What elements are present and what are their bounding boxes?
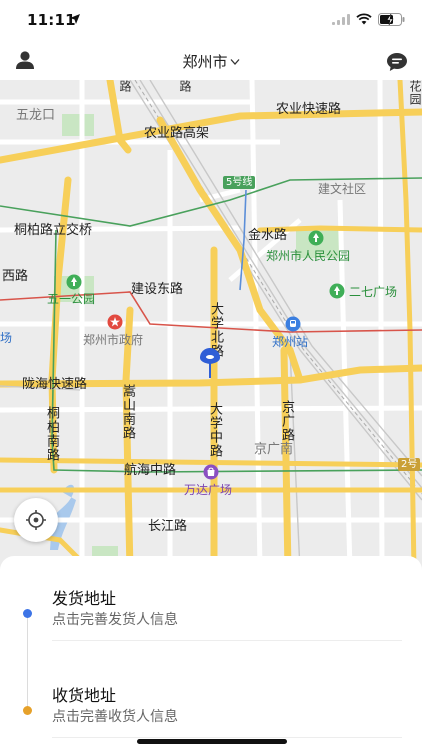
map-label-jingguang-south: 京广南 <box>254 442 294 457</box>
location-arrow-icon <box>70 14 80 24</box>
train-station-icon <box>285 316 301 332</box>
map-label-hanghai-middle: 航海中路 <box>124 463 177 478</box>
metro-line-5-badge: 5号线 <box>223 176 256 189</box>
map-label-road-top2: 路 <box>178 80 192 93</box>
map-label-nongye-elevated: 农业路高架 <box>144 126 210 141</box>
map-label-road-top: 路 <box>118 80 132 93</box>
metro-line-2-badge: 2号 <box>398 458 421 471</box>
shopping-marker-icon <box>203 464 219 480</box>
map-label-chang: 场 <box>0 331 13 345</box>
map-label-jingguang-road: 京广路 <box>279 400 294 442</box>
row-divider <box>52 640 402 641</box>
map-label-wanda-plaza: 万达广场 <box>184 483 233 497</box>
map-label-xi-road: 西路 <box>2 269 29 284</box>
wifi-icon <box>356 13 372 25</box>
locate-me-button[interactable] <box>14 498 58 542</box>
map-label-nongye-expressway: 农业快速路 <box>276 102 342 117</box>
map-label-tongbai-interchange: 桐柏路立交桥 <box>14 223 93 238</box>
receive-address-subtitle: 点击完善收货人信息 <box>52 709 178 725</box>
message-chat-icon[interactable] <box>386 52 408 72</box>
map-label-jinshui-road: 金水路 <box>248 228 288 243</box>
status-bar: 11:11 <box>0 0 422 42</box>
government-marker-icon <box>107 314 123 330</box>
row-divider <box>52 737 402 738</box>
receive-destination-dot <box>23 706 32 715</box>
route-connector-line <box>27 614 28 712</box>
crosshair-locate-icon <box>26 510 46 530</box>
map-label-tongbai-south: 桐柏南路 <box>44 406 59 462</box>
city-name: 郑州市 <box>182 53 228 71</box>
map-label-longhai-expressway: 陇海快速路 <box>22 377 88 392</box>
top-nav-bar: 郑州市 <box>0 42 422 80</box>
home-indicator <box>137 739 287 744</box>
chevron-down-icon <box>230 59 239 65</box>
map-label-daxue-middle: 大学中路 <box>207 402 222 458</box>
map-label-jianshe-east: 建设东路 <box>131 282 184 297</box>
map-label-songshan-south: 嵩山南路 <box>120 384 135 440</box>
map-label-gov: 郑州市政府 <box>83 333 144 347</box>
park-marker-icon <box>66 274 82 290</box>
status-time: 11:11 <box>27 11 76 29</box>
map-label-changjiang-road: 长江路 <box>148 519 188 534</box>
park-marker-icon <box>329 283 345 299</box>
map-label-erqi-square: 二七广场 <box>349 285 398 299</box>
city-selector[interactable]: 郑州市 <box>0 51 422 72</box>
location-pin-icon[interactable] <box>200 348 220 378</box>
ship-address-title: 发货地址 <box>52 589 117 608</box>
park-marker-icon <box>308 230 324 246</box>
cellular-signal-icon <box>332 14 350 25</box>
map-label-jianwen: 建文社区 <box>318 182 367 196</box>
address-sheet: 发货地址 点击完善发货人信息 收货地址 点击完善收货人信息 <box>0 556 422 750</box>
map-label-zhengzhou-station: 郑州站 <box>272 335 309 349</box>
map-view[interactable]: 五龙口 农业快速路 农业路高架 花园 路 路 5号线 建文社区 桐柏路立交桥 金… <box>0 80 422 570</box>
battery-charging-icon <box>378 13 405 26</box>
map-label-huayuan: 花园 <box>408 80 422 106</box>
ship-address-subtitle: 点击完善发货人信息 <box>52 612 178 628</box>
receive-address-title: 收货地址 <box>52 686 117 705</box>
map-label-wuyi-park: 五一公园 <box>47 292 96 306</box>
map-label-renmin-park: 郑州市人民公园 <box>266 249 351 263</box>
ship-origin-dot <box>23 609 32 618</box>
map-label-wulongkou: 五龙口 <box>16 108 56 123</box>
